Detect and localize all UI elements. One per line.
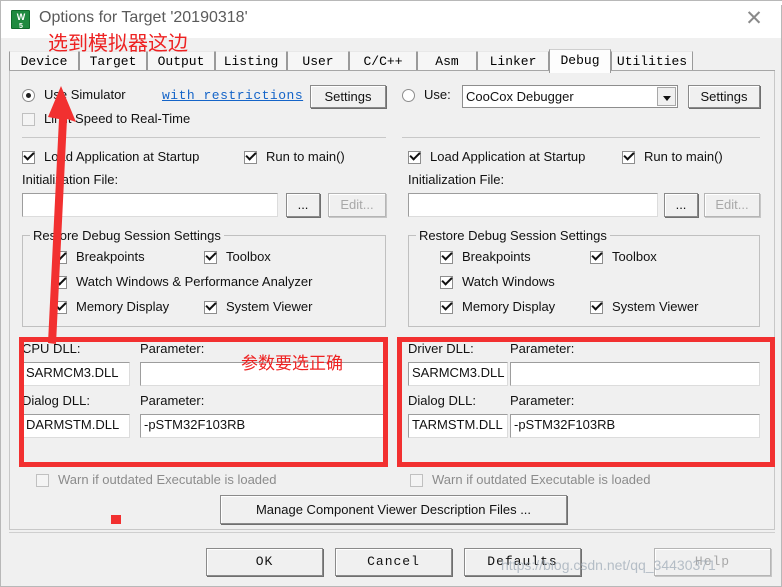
right-toolbox-label: Toolbox xyxy=(612,249,657,264)
right-memory-display-label: Memory Display xyxy=(462,299,556,314)
tab-asm[interactable]: Asm xyxy=(417,51,477,71)
left-memory-display-checkbox[interactable] xyxy=(54,301,67,314)
driver-dll-input[interactable]: SARMCM3.DLL xyxy=(408,362,508,386)
cpu-dll-label: CPU DLL: xyxy=(22,341,81,356)
left-warn-outdated-checkbox[interactable] xyxy=(36,474,49,487)
right-warn-outdated-checkbox[interactable] xyxy=(410,474,423,487)
left-load-app-checkbox[interactable] xyxy=(22,151,35,164)
with-restrictions-link[interactable]: with restrictions xyxy=(162,88,303,103)
footer-separator xyxy=(9,532,775,533)
left-warn-outdated-label: Warn if outdated Executable is loaded xyxy=(58,472,277,487)
cancel-button[interactable]: Cancel xyxy=(335,548,452,576)
tab-listing[interactable]: Listing xyxy=(215,51,287,71)
driver-dll-label: Driver DLL: xyxy=(408,341,474,356)
right-restore-group xyxy=(408,235,760,327)
limit-speed-label: Limit Speed to Real-Time xyxy=(44,111,191,126)
left-init-file-input[interactable] xyxy=(22,193,278,217)
use-driver-radio[interactable] xyxy=(402,89,415,102)
left-edit-button: Edit... xyxy=(328,193,386,217)
right-init-file-label: Initialization File: xyxy=(408,172,505,187)
chevron-down-icon[interactable] xyxy=(657,87,676,106)
page-title: Options for Target '20190318' xyxy=(39,9,248,26)
use-simulator-label: Use Simulator xyxy=(44,87,126,102)
annotation-square-marker xyxy=(111,515,121,524)
left-watch-windows-label: Watch Windows & Performance Analyzer xyxy=(76,274,313,289)
left-run-to-main-checkbox[interactable] xyxy=(244,151,257,164)
right-load-app-checkbox[interactable] xyxy=(408,151,421,164)
left-restore-group-label: Restore Debug Session Settings xyxy=(30,228,224,243)
left-breakpoints-label: Breakpoints xyxy=(76,249,145,264)
options-dialog: W5 Options for Target '20190318' ✕ Devic… xyxy=(0,0,782,587)
right-browse-button[interactable]: ... xyxy=(664,193,698,217)
right-dialog-parameter-input[interactable]: -pSTM32F103RB xyxy=(510,414,760,438)
left-init-file-label: Initialization File: xyxy=(22,172,119,187)
left-browse-button[interactable]: ... xyxy=(286,193,320,217)
right-breakpoints-label: Breakpoints xyxy=(462,249,531,264)
right-memory-display-checkbox[interactable] xyxy=(440,301,453,314)
right-warn-outdated-label: Warn if outdated Executable is loaded xyxy=(432,472,651,487)
left-breakpoints-checkbox[interactable] xyxy=(54,251,67,264)
tab-linker[interactable]: Linker xyxy=(477,51,549,71)
limit-speed-checkbox[interactable] xyxy=(22,113,35,126)
right-run-to-main-checkbox[interactable] xyxy=(622,151,635,164)
right-dialog-dll-label: Dialog DLL: xyxy=(408,393,476,408)
left-system-viewer-label: System Viewer xyxy=(226,299,313,314)
tab-utilities[interactable]: Utilities xyxy=(611,51,693,71)
tab-user[interactable]: User xyxy=(287,51,349,71)
cpu-parameter-label: Parameter: xyxy=(140,341,205,356)
debug-tab-panel: Use Simulator with restrictions Settings… xyxy=(9,71,775,530)
uvision-icon: W5 xyxy=(11,10,30,30)
left-memory-display-label: Memory Display xyxy=(76,299,170,314)
right-init-file-input[interactable] xyxy=(408,193,658,217)
driver-parameter-input[interactable] xyxy=(510,362,760,386)
left-dialog-dll-input[interactable]: DARMSTM.DLL xyxy=(22,414,130,438)
right-watch-windows-label: Watch Windows xyxy=(462,274,555,289)
left-dialog-parameter-label: Parameter: xyxy=(140,393,205,408)
left-system-viewer-checkbox[interactable] xyxy=(204,301,217,314)
debugger-select-value: CooCox Debugger xyxy=(466,89,574,104)
left-watch-windows-checkbox[interactable] xyxy=(54,276,67,289)
tab-c-cpp[interactable]: C/C++ xyxy=(349,51,417,71)
left-dialog-dll-label: Dialog DLL: xyxy=(22,393,90,408)
left-dialog-parameter-input[interactable]: -pSTM32F103RB xyxy=(140,414,386,438)
right-load-app-label: Load Application at Startup xyxy=(430,149,586,164)
right-toolbox-checkbox[interactable] xyxy=(590,251,603,264)
use-driver-label: Use: xyxy=(424,87,451,102)
use-simulator-radio[interactable] xyxy=(22,89,35,102)
defaults-button[interactable]: Defaults xyxy=(464,548,581,576)
right-breakpoints-checkbox[interactable] xyxy=(440,251,453,264)
tab-debug[interactable]: Debug xyxy=(549,49,611,73)
left-run-to-main-label: Run to main() xyxy=(266,149,345,164)
right-system-viewer-label: System Viewer xyxy=(612,299,699,314)
annotation-select-simulator: 选到模拟器这边 xyxy=(48,31,188,55)
manage-component-viewer-button[interactable]: Manage Component Viewer Description File… xyxy=(220,495,567,524)
close-icon[interactable]: ✕ xyxy=(731,4,777,34)
simulator-settings-button[interactable]: Settings xyxy=(310,85,386,108)
driver-settings-button[interactable]: Settings xyxy=(688,85,760,108)
annotation-parameter-correct: 参数要选正确 xyxy=(241,354,343,374)
right-divider xyxy=(402,137,760,138)
driver-parameter-label: Parameter: xyxy=(510,341,575,356)
right-system-viewer-checkbox[interactable] xyxy=(590,301,603,314)
left-divider xyxy=(22,137,386,138)
left-toolbox-label: Toolbox xyxy=(226,249,271,264)
cpu-dll-input[interactable]: SARMCM3.DLL xyxy=(22,362,130,386)
right-restore-group-label: Restore Debug Session Settings xyxy=(416,228,610,243)
debugger-select[interactable]: CooCox Debugger xyxy=(462,85,678,108)
right-run-to-main-label: Run to main() xyxy=(644,149,723,164)
left-load-app-label: Load Application at Startup xyxy=(44,149,200,164)
right-dialog-parameter-label: Parameter: xyxy=(510,393,575,408)
ok-button[interactable]: OK xyxy=(206,548,323,576)
left-toolbox-checkbox[interactable] xyxy=(204,251,217,264)
right-dialog-dll-input[interactable]: TARMSTM.DLL xyxy=(408,414,508,438)
right-edit-button: Edit... xyxy=(704,193,760,217)
help-button[interactable]: Help xyxy=(654,548,771,576)
right-watch-windows-checkbox[interactable] xyxy=(440,276,453,289)
